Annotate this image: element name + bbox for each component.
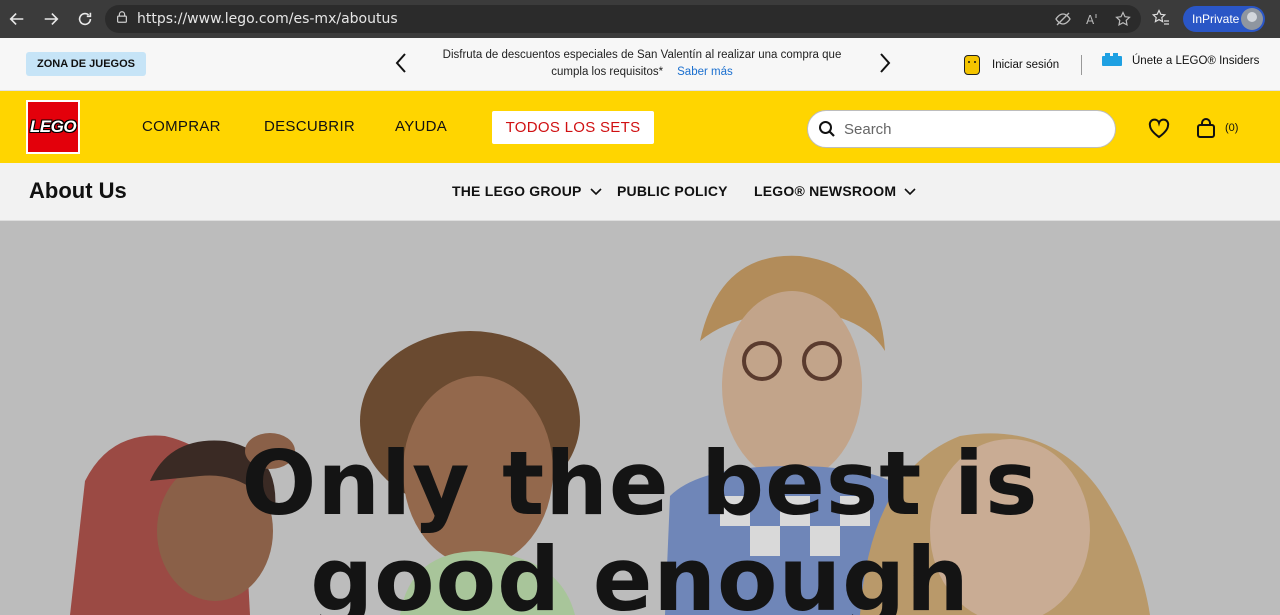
lego-brick-icon <box>1102 53 1122 66</box>
hero-banner: Only the best is good enough <box>0 221 1280 615</box>
cart-count: (0) <box>1225 122 1239 134</box>
promo-next-button[interactable] <box>878 52 892 80</box>
svg-text:A: A <box>1086 13 1095 27</box>
subnav-public-policy[interactable]: PUBLIC POLICY <box>617 183 728 199</box>
todos-los-sets-button[interactable]: TODOS LOS SETS <box>492 111 654 144</box>
insiders-link[interactable]: Únete a LEGO® Insiders <box>1102 53 1260 67</box>
search-box[interactable] <box>807 110 1116 148</box>
tracking-prevention-icon[interactable] <box>1055 11 1071 27</box>
favorites-list-icon <box>1151 9 1169 25</box>
logo-text: LEGO <box>29 117 77 136</box>
insiders-label: Únete a LEGO® Insiders <box>1132 55 1260 67</box>
page-title[interactable]: About Us <box>29 178 127 204</box>
search-input[interactable] <box>844 120 1084 138</box>
nav-descubrir[interactable]: DESCUBRIR <box>264 118 355 135</box>
favorites-button[interactable] <box>1151 9 1170 32</box>
favorite-star-icon[interactable] <box>1115 11 1131 27</box>
divider <box>1081 55 1082 75</box>
back-button[interactable] <box>0 0 34 38</box>
lock-icon <box>115 10 129 29</box>
subnav-public-policy-label: PUBLIC POLICY <box>617 183 728 199</box>
arrow-right-icon <box>44 13 59 25</box>
promo-line-2: cumpla los requisitos* <box>551 66 664 78</box>
promo-bar: ZONA DE JUEGOS Disfruta de descuentos es… <box>0 38 1280 91</box>
inprivate-label: InPrivate <box>1192 12 1240 26</box>
chevron-down-icon <box>590 188 602 196</box>
read-aloud-icon[interactable]: A <box>1085 11 1101 27</box>
lego-logo[interactable]: LEGO <box>26 100 80 154</box>
search-icon <box>819 121 835 137</box>
url-text[interactable]: https://www.lego.com/es-mx/aboutus <box>137 11 398 27</box>
login-label: Iniciar sesión <box>992 59 1060 71</box>
about-subnav: About Us THE LEGO GROUP PUBLIC POLICY LE… <box>0 163 1280 221</box>
heart-icon <box>1148 118 1170 139</box>
refresh-icon <box>78 12 92 26</box>
subnav-newsroom[interactable]: LEGO® NEWSROOM <box>754 183 916 199</box>
wishlist-button[interactable] <box>1148 118 1170 145</box>
chevron-left-icon <box>395 53 406 73</box>
subnav-lego-group[interactable]: THE LEGO GROUP <box>452 183 602 199</box>
subnav-newsroom-label: LEGO® NEWSROOM <box>754 183 897 199</box>
minifigure-icon <box>964 55 980 75</box>
nav-comprar[interactable]: COMPRAR <box>142 118 221 135</box>
promo-line-1: Disfruta de descuentos especiales de San… <box>442 49 842 61</box>
promo-prev-button[interactable] <box>394 52 408 80</box>
chevron-right-icon <box>880 53 891 73</box>
hero-title: Only the best is good enough <box>241 432 1039 615</box>
shopping-bag-icon <box>1197 118 1215 138</box>
address-bar[interactable]: https://www.lego.com/es-mx/aboutus A <box>105 5 1141 33</box>
cart-button[interactable]: (0) <box>1195 117 1238 139</box>
zona-de-juegos-button[interactable]: ZONA DE JUEGOS <box>26 52 146 76</box>
promo-message: Disfruta de descuentos especiales de San… <box>432 47 852 81</box>
browser-toolbar: https://www.lego.com/es-mx/aboutus A InP… <box>0 0 1280 38</box>
inprivate-badge[interactable]: InPrivate <box>1183 6 1265 32</box>
login-link[interactable]: Iniciar sesión <box>964 55 1059 75</box>
chevron-down-icon <box>904 188 916 196</box>
site-header: LEGO COMPRAR DESCUBRIR AYUDA TODOS LOS S… <box>0 91 1280 163</box>
refresh-button[interactable] <box>68 0 102 38</box>
saber-mas-link[interactable]: Saber más <box>677 66 733 78</box>
profile-avatar <box>1241 8 1263 30</box>
nav-ayuda[interactable]: AYUDA <box>395 118 447 135</box>
subnav-lego-group-label: THE LEGO GROUP <box>452 183 582 199</box>
forward-button[interactable] <box>34 0 68 38</box>
arrow-left-icon <box>9 13 24 25</box>
